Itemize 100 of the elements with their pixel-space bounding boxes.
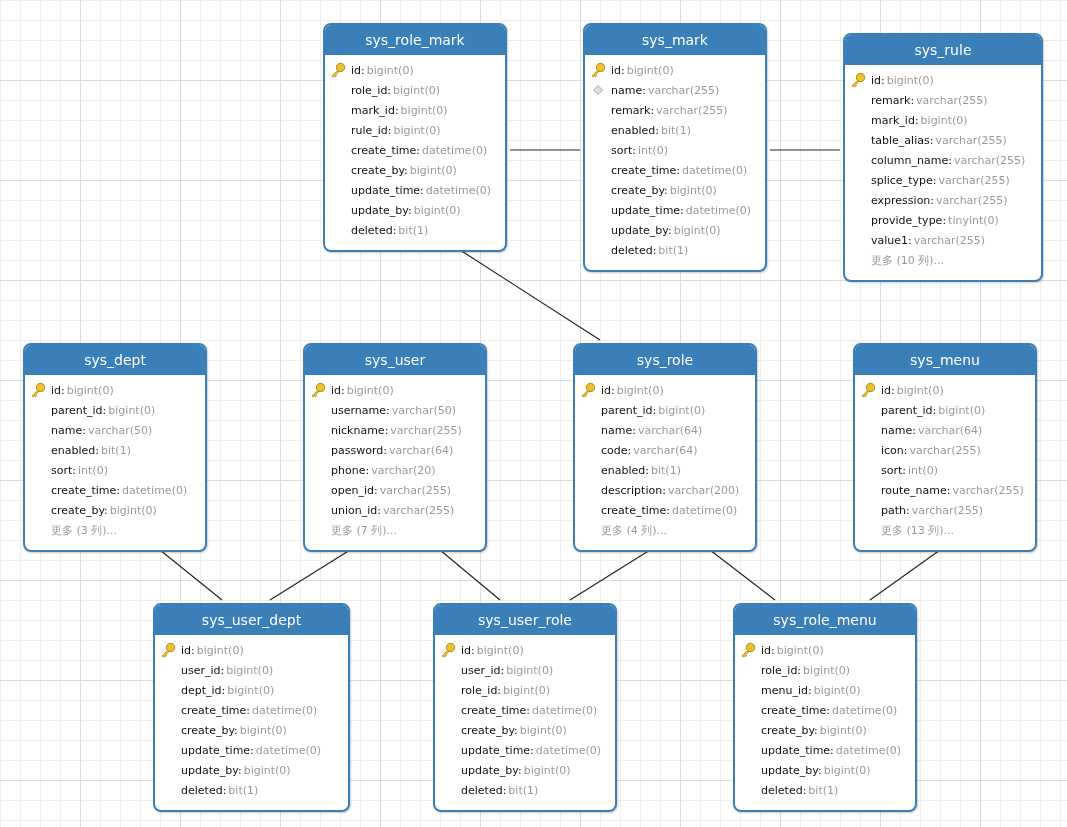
column-name: create_by:: [761, 723, 818, 737]
table-card[interactable]: sys_user_dept id: bigint(0) user_id: bigint(0) dept_id: bigint(0) create_time: datetime(0) create_by: bigint(0) update_time: datetime(0) update_by: bigint(0) deleted: bit(1): [153, 603, 350, 812]
column-type: bigint(0): [813, 683, 861, 697]
relation-line: [159, 549, 223, 601]
relation-line: [509, 149, 581, 151]
column-type: bigint(0): [239, 723, 287, 737]
table-card[interactable]: sys_role id: bigint(0) parent_id: bigint(0) name: varchar(64) code: varchar(64) enabled: bit(1) description: varchar(200) create_time: datetime(0) 更多 (4 列)...: [573, 343, 757, 552]
key-icon: [440, 642, 456, 658]
column-name: dept_id:: [181, 683, 226, 697]
column-type: bigint(0): [896, 383, 944, 397]
column-name: id:: [51, 383, 65, 397]
key-icon: [160, 642, 176, 658]
column-name: update_by:: [351, 203, 412, 217]
table-title: sys_user_role: [435, 605, 615, 635]
column-name: create_by:: [51, 503, 108, 517]
column-type: varchar(64): [637, 423, 703, 437]
column-name: user_id:: [461, 663, 505, 677]
column-type: bigint(0): [776, 643, 824, 657]
more-columns-text: 更多 (10 列)...: [871, 252, 945, 268]
column-type: bigint(0): [476, 643, 524, 657]
column-name: id:: [871, 73, 885, 87]
column-type: bit(1): [658, 243, 689, 257]
table-title: sys_role: [575, 345, 755, 375]
column-type: bigint(0): [886, 73, 934, 87]
relation-line: [769, 149, 841, 151]
column-name: create_by:: [611, 183, 668, 197]
column-type: bit(1): [651, 463, 681, 477]
column-name: create_by:: [351, 163, 408, 177]
column-name: create_time:: [611, 163, 680, 177]
column-type: bigint(0): [66, 383, 114, 397]
column-type: varchar(20): [371, 463, 436, 477]
column-name: name:: [51, 423, 86, 437]
column-type: datetime(0): [835, 743, 902, 757]
column-name: update_time:: [611, 203, 684, 217]
table-card[interactable]: sys_user_role id: bigint(0) user_id: bigint(0) role_id: bigint(0) create_time: datetime(0) create_by: bigint(0) update_time: datetime(0) update_by: bigint(0) deleted: bit(1): [433, 603, 617, 812]
column-type: int(0): [78, 463, 108, 477]
key-icon: [590, 62, 606, 78]
column-type: bigint(0): [616, 383, 664, 397]
column-name: create_time:: [351, 143, 420, 157]
column-type: bigint(0): [626, 63, 674, 77]
column-type: varchar(255): [382, 503, 455, 517]
column-type: bigint(0): [409, 163, 457, 177]
column-name: route_name:: [881, 483, 951, 497]
column-name: provide_type:: [871, 213, 947, 227]
column-name: deleted:: [761, 783, 807, 797]
table-card[interactable]: sys_dept id: bigint(0) parent_id: bigint(0) name: varchar(50) enabled: bit(1) sort: int(0) create_time: datetime(0) create_by: bigint(0) 更多 (3 列)...: [23, 343, 207, 552]
column-name: remark:: [611, 103, 655, 117]
table-title: sys_user_dept: [155, 605, 348, 635]
table-card[interactable]: sys_user id: bigint(0) username: varchar(50) nickname: varchar(255) password: varchar(64) phone: varchar(20) open_id: varchar(255) union_id: varchar(255) 更多 (7 列)...: [303, 343, 487, 552]
column-type: datetime(0): [252, 703, 318, 717]
column-name: rule_id:: [351, 123, 392, 137]
column-name: sort:: [51, 463, 76, 477]
column-type: bigint(0): [196, 643, 244, 657]
column-name: union_id:: [331, 503, 381, 517]
column-name: name:: [881, 423, 916, 437]
column-name: sort:: [611, 143, 636, 157]
column-name: parent_id:: [601, 403, 657, 417]
column-name: role_id:: [351, 83, 392, 97]
key-icon: [740, 642, 756, 658]
column-name: icon:: [881, 443, 908, 457]
key-icon: [850, 72, 866, 88]
column-name: phone:: [331, 463, 370, 477]
column-name: update_by:: [461, 763, 522, 777]
column-name: description:: [601, 483, 666, 497]
column-type: bigint(0): [400, 103, 448, 117]
column-type: bigint(0): [938, 403, 986, 417]
column-type: bigint(0): [503, 683, 551, 697]
column-name: value1:: [871, 233, 912, 247]
column-type: datetime(0): [832, 703, 898, 717]
more-columns-text: 更多 (4 列)...: [601, 522, 668, 538]
column-name: menu_id:: [761, 683, 812, 697]
column-type: bigint(0): [506, 663, 554, 677]
table-card[interactable]: sys_menu id: bigint(0) parent_id: bigint(0) name: varchar(64) icon: varchar(255) sort: int(0) route_name: varchar(255) path: varchar(255) 更多 (13 列)...: [853, 343, 1037, 552]
column-type: bigint(0): [803, 663, 851, 677]
column-name: table_alias:: [871, 133, 934, 147]
column-type: datetime(0): [672, 503, 738, 517]
column-type: bigint(0): [393, 83, 441, 97]
column-type: datetime(0): [422, 143, 488, 157]
column-type: varchar(255): [952, 483, 1024, 497]
table-card[interactable]: sys_role_mark id: bigint(0) role_id: bigint(0) mark_id: bigint(0) rule_id: bigint(0) create_time: datetime(0) create_by: bigint(0) update_time: datetime(0) update_by: bigint(0) deleted: bit(1): [323, 23, 507, 252]
column-name: enabled:: [51, 443, 99, 457]
column-name: id:: [181, 643, 195, 657]
column-name: password:: [331, 443, 387, 457]
column-type: varchar(50): [391, 403, 457, 417]
column-type: varchar(255): [953, 153, 1026, 167]
column-type: datetime(0): [685, 203, 752, 217]
table-card[interactable]: [843, 33, 1043, 282]
key-icon: [580, 382, 596, 398]
table-title: sys_user: [305, 345, 485, 375]
column-type: bigint(0): [227, 683, 275, 697]
column-name: update_by:: [761, 763, 822, 777]
table-card[interactable]: sys_role_menu id: bigint(0) role_id: bigint(0) menu_id: bigint(0) create_time: datetime(0) create_by: bigint(0) update_time: datetime(0) update_by: bigint(0) deleted: bit(1): [733, 603, 917, 812]
table-card[interactable]: sys_mark id: bigint(0) name: varchar(255) remark: varchar(255) enabled: bit(1) sort: int(0) create_time: datetime(0) create_by: bigint(0) update_time: datetime(0) update_by: bigint(0) deleted: bit(1): [583, 23, 767, 272]
column-name: deleted:: [351, 223, 397, 237]
column-type: bit(1): [661, 123, 691, 137]
table-title: sys_dept: [25, 345, 205, 375]
column-name: update_time:: [461, 743, 534, 757]
column-name: enabled:: [601, 463, 649, 477]
column-type: bigint(0): [669, 183, 717, 197]
column-type: bigint(0): [673, 223, 721, 237]
